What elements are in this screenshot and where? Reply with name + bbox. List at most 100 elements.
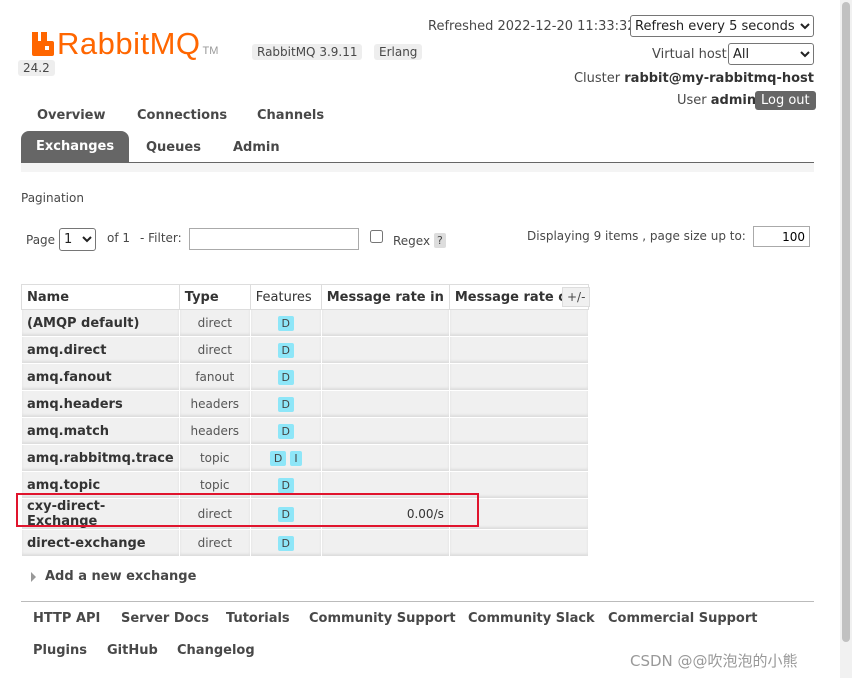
exchange-name-link[interactable]: direct-exchange — [21, 529, 180, 557]
exchange-name-link[interactable]: amq.headers — [21, 390, 180, 418]
expand-triangle-icon — [31, 571, 36, 582]
col-name[interactable]: Name — [21, 284, 180, 310]
feature-flag: D — [277, 535, 294, 551]
feature-flag: D — [277, 396, 294, 412]
feature-flag: D — [277, 477, 294, 493]
regex-help-icon[interactable]: ? — [434, 233, 446, 248]
add-exchange-toggle[interactable]: Add a new exchange — [31, 569, 196, 584]
pagination-label: Pagination — [21, 191, 84, 205]
rate-in-value — [320, 529, 450, 557]
page-size-input[interactable] — [753, 226, 810, 247]
rabbitmq-logo: RabbitMQ TM — [32, 26, 218, 62]
col-rate-in[interactable]: Message rate in — [320, 284, 450, 310]
rabbit-logo-icon — [32, 32, 54, 56]
version-badge: RabbitMQ 3.9.11 — [252, 44, 363, 60]
columns-toggle-button[interactable]: +/- — [562, 287, 591, 307]
exchange-features: DI — [249, 444, 322, 472]
filter-input[interactable] — [189, 228, 359, 250]
exchange-type: headers — [178, 417, 251, 445]
exchange-type: topic — [178, 444, 251, 472]
exchange-name-link[interactable]: amq.rabbitmq.trace — [21, 444, 180, 472]
col-type[interactable]: Type — [178, 284, 251, 310]
tab-overview[interactable]: Overview — [37, 108, 106, 123]
cluster-info: Cluster rabbit@my-rabbitmq-host — [574, 71, 814, 86]
vhost-select[interactable]: All — [728, 43, 814, 65]
regex-label: Regex — [393, 234, 431, 248]
table-row: amq.fanout fanout D — [21, 363, 589, 391]
tab-admin[interactable]: Admin — [233, 140, 280, 155]
tab-exchanges[interactable]: Exchanges — [21, 131, 130, 162]
table-row: direct-exchange direct D — [21, 529, 589, 557]
logout-button[interactable]: Log out — [755, 91, 816, 110]
vhost-label: Virtual host — [652, 47, 727, 62]
footer-http-api[interactable]: HTTP API — [33, 611, 100, 626]
exchange-features: D — [249, 363, 322, 391]
rate-in-value — [320, 444, 450, 472]
csdn-watermark: CSDN @@吹泡泡的小熊 — [630, 652, 798, 670]
col-features: Features — [249, 284, 322, 310]
feature-flag: D — [269, 450, 287, 466]
table-header-row: Name Type Features Message rate in Messa… — [21, 284, 589, 310]
rate-out-value — [448, 336, 589, 364]
footer-github[interactable]: GitHub — [107, 643, 158, 658]
user-label: User — [677, 93, 707, 108]
exchange-features: D — [249, 309, 322, 337]
feature-flag: D — [277, 423, 294, 439]
exchange-type: direct — [178, 309, 251, 337]
table-row: (AMQP default) direct D — [21, 309, 589, 337]
rate-out-value — [448, 444, 589, 472]
feature-flag: D — [277, 342, 294, 358]
rate-in-value — [320, 363, 450, 391]
erlang-badge: Erlang — [374, 44, 423, 60]
exchange-type: fanout — [178, 363, 251, 391]
logo-text: RabbitMQ — [57, 26, 201, 61]
displaying-text: Displaying 9 items , page size up to: — [527, 229, 746, 243]
cluster-name: rabbit@my-rabbitmq-host — [624, 71, 814, 86]
table-row: amq.rabbitmq.trace topic D I — [21, 444, 589, 472]
erlang-version: 24.2 — [18, 60, 55, 76]
rate-in-value — [320, 336, 450, 364]
tab-queues[interactable]: Queues — [146, 140, 201, 155]
page-of-label: of 1 — [107, 231, 131, 245]
footer-server-docs[interactable]: Server Docs — [121, 611, 209, 626]
rate-in-value — [320, 417, 450, 445]
exchange-name-link[interactable]: (AMQP default) — [21, 309, 180, 337]
footer-commercial-support[interactable]: Commercial Support — [608, 611, 758, 626]
rate-in-value — [320, 309, 450, 337]
vertical-scrollbar[interactable] — [840, 0, 852, 678]
exchange-features: D — [249, 336, 322, 364]
add-exchange-label: Add a new exchange — [45, 569, 197, 584]
rate-out-value — [448, 417, 589, 445]
user-info: User admin — [677, 93, 756, 108]
table-row: amq.headers headers D — [21, 390, 589, 418]
trademark: TM — [202, 45, 219, 57]
footer-community-slack[interactable]: Community Slack — [468, 611, 595, 626]
exchange-features: D — [249, 529, 322, 557]
exchange-features: D — [249, 390, 322, 418]
refresh-interval-select[interactable]: Refresh every 5 seconds — [630, 15, 814, 37]
rate-out-value — [448, 529, 589, 557]
scrollbar-thumb[interactable] — [842, 2, 850, 642]
rate-out-value — [448, 309, 589, 337]
feature-flag: D — [277, 369, 294, 385]
page-select[interactable]: 1 — [59, 228, 96, 251]
cluster-label: Cluster — [573, 71, 621, 86]
exchange-name-link[interactable]: amq.direct — [21, 336, 180, 364]
table-row: amq.direct direct D — [21, 336, 589, 364]
table-row: amq.match headers D — [21, 417, 589, 445]
exchange-type: headers — [178, 390, 251, 418]
exchange-name-link[interactable]: amq.fanout — [21, 363, 180, 391]
footer-tutorials[interactable]: Tutorials — [226, 611, 290, 626]
rate-in-value — [320, 390, 450, 418]
tab-channels[interactable]: Channels — [257, 108, 324, 123]
footer-changelog[interactable]: Changelog — [177, 643, 255, 658]
rate-out-value — [448, 363, 589, 391]
refreshed-timestamp: Refreshed 2022-12-20 11:33:32 — [428, 19, 636, 34]
footer-divider — [21, 601, 814, 602]
footer-community-support[interactable]: Community Support — [309, 611, 456, 626]
regex-checkbox[interactable] — [370, 230, 383, 243]
footer-plugins[interactable]: Plugins — [33, 643, 87, 658]
exchange-features: D — [249, 417, 322, 445]
tab-connections[interactable]: Connections — [137, 108, 227, 123]
exchange-name-link[interactable]: amq.match — [21, 417, 180, 445]
